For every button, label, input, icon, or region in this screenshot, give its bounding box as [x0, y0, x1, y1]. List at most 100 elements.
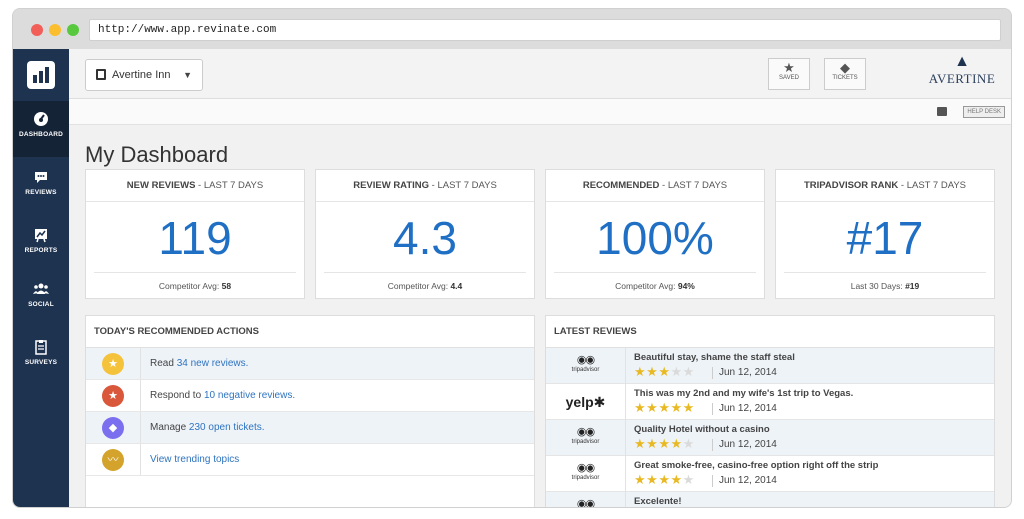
- sidebar-item-reports[interactable]: REPORTS: [13, 217, 69, 273]
- star-icon: ★: [102, 353, 124, 375]
- help-desk-button[interactable]: HELP DESK: [963, 106, 1005, 118]
- yelp-burst-icon: ✱: [593, 394, 606, 410]
- sidebar: DASHBOARD REVIEWS REPORTS SOCIAL SURVEYS: [13, 49, 69, 507]
- review-list: ◉◉ tripadvisor Beautiful stay, shame the s…: [546, 348, 994, 507]
- minimize-window-button[interactable]: [49, 24, 61, 36]
- review-title[interactable]: Great smoke-free, casino-free option rig…: [634, 460, 878, 471]
- owl-eyes-icon: ◉◉: [576, 354, 595, 366]
- star-icon: ★: [658, 472, 671, 487]
- star-icon: ★: [783, 60, 795, 75]
- card-footer: Competitor Avg: 94%: [554, 272, 756, 298]
- browser-window: http://www.app.revinate.com DASHBOARD RE…: [12, 8, 1012, 508]
- review-title[interactable]: Beautiful stay, shame the staff steal: [634, 352, 795, 363]
- review-date: Jun 12, 2014: [712, 439, 777, 451]
- card-title: NEW REVIEWS: [126, 180, 196, 191]
- panel-title: TODAY'S RECOMMENDED ACTIONS: [86, 316, 534, 348]
- yelp-logo: yelp✱: [546, 384, 626, 420]
- star-icon: ★: [682, 364, 695, 379]
- review-row[interactable]: ◉◉tripadvisor Excelente!: [546, 492, 994, 507]
- chevron-down-icon: ▼: [183, 70, 192, 80]
- footer-label: Competitor Avg:: [158, 281, 220, 291]
- action-text: Read 34 new reviews.: [150, 358, 249, 369]
- chat-bubble-icon: [35, 172, 47, 183]
- review-title[interactable]: This was my 2nd and my wife's 1st trip t…: [634, 388, 853, 399]
- review-row[interactable]: ◉◉ tripadvisor Beautiful stay, shame the s…: [546, 348, 994, 384]
- card-title: TRIPADVISOR RANK: [803, 180, 899, 191]
- card-period: - LAST 7 DAYS: [659, 180, 728, 191]
- card-title: REVIEW RATING: [353, 180, 430, 191]
- sidebar-item-social[interactable]: SOCIAL: [13, 271, 69, 327]
- card-period: - LAST 7 DAYS: [898, 180, 967, 191]
- kpi-card-new-reviews: NEW REVIEWS - LAST 7 DAYS 119 Competitor…: [85, 169, 305, 299]
- kpi-card-recommended: RECOMMENDED - LAST 7 DAYS 100% Competito…: [545, 169, 765, 299]
- close-window-button[interactable]: [31, 24, 43, 36]
- print-icon[interactable]: [937, 107, 947, 116]
- star-icon: ★: [634, 400, 647, 415]
- action-link[interactable]: 34 new reviews.: [177, 358, 249, 369]
- tripadvisor-logo: ◉◉tripadvisor: [546, 420, 626, 456]
- action-read-reviews[interactable]: ★ Read 34 new reviews.: [86, 348, 534, 380]
- star-icon: ★: [634, 364, 647, 379]
- star-rating: ★★★★★: [634, 473, 695, 487]
- review-date: Jun 12, 2014: [712, 403, 777, 415]
- review-date: Jun 12, 2014: [712, 475, 777, 487]
- action-text: View trending topics: [150, 444, 239, 476]
- star-icon: ★: [658, 400, 671, 415]
- star-icon: ★: [682, 400, 695, 415]
- footer-value: 58: [221, 281, 232, 291]
- people-icon: [33, 283, 49, 294]
- tickets-button[interactable]: ◆ TICKETS: [824, 58, 866, 90]
- star-icon: ★: [646, 436, 659, 451]
- trend-icon: 〰: [102, 449, 124, 471]
- browser-titlebar: http://www.app.revinate.com: [13, 9, 1011, 49]
- sidebar-item-dashboard[interactable]: DASHBOARD: [13, 101, 69, 157]
- saved-button[interactable]: ★ SAVED: [768, 58, 810, 90]
- star-icon: ★: [670, 364, 683, 379]
- card-header: TRIPADVISOR RANK - LAST 7 DAYS: [776, 170, 994, 202]
- tripadvisor-logo: ◉◉tripadvisor: [546, 456, 626, 492]
- card-value: 119: [158, 212, 232, 264]
- action-link[interactable]: View trending topics: [150, 454, 239, 465]
- star-icon: ★: [670, 400, 683, 415]
- card-footer: Last 30 Days: #19: [784, 272, 986, 298]
- building-icon: [96, 69, 106, 80]
- brand-logo: ▲ AVERTINE: [927, 53, 997, 87]
- card-period: - LAST 7 DAYS: [429, 180, 497, 191]
- footer-label: Competitor Avg:: [615, 281, 676, 291]
- tripadvisor-label: tripadvisor: [571, 367, 600, 373]
- review-title[interactable]: Excelente!: [634, 496, 682, 507]
- review-title[interactable]: Quality Hotel without a casino: [634, 424, 770, 435]
- review-row[interactable]: ◉◉ tripadvisor Great smoke-free, casino-fr…: [546, 456, 994, 492]
- footer-value: #19: [905, 281, 920, 291]
- star-icon: ★: [670, 472, 683, 487]
- sidebar-item-reviews[interactable]: REVIEWS: [13, 159, 69, 215]
- review-row[interactable]: ◉◉ tripadvisor Quality Hotel without a cas…: [546, 420, 994, 456]
- sidebar-item-surveys[interactable]: SURVEYS: [13, 329, 69, 385]
- hotel-selector[interactable]: Avertine Inn ▼: [85, 59, 203, 91]
- sidebar-item-label: SURVEYS: [24, 359, 58, 366]
- star-icon: ★: [682, 472, 695, 487]
- tickets-label: TICKETS: [832, 75, 858, 81]
- action-link[interactable]: 10 negative reviews.: [204, 390, 295, 401]
- action-manage-tickets[interactable]: ◆ Manage 230 open tickets.: [86, 412, 534, 444]
- card-header: REVIEW RATING - LAST 7 DAYS: [316, 170, 534, 202]
- page-title: My Dashboard: [85, 142, 229, 167]
- card-title: RECOMMENDED: [582, 180, 660, 191]
- app-logo[interactable]: [27, 61, 55, 89]
- tag-icon: ◆: [102, 417, 124, 439]
- action-trending-topics[interactable]: 〰 View trending topics: [86, 444, 534, 476]
- sidebar-item-label: REPORTS: [24, 247, 58, 254]
- owl-eyes-icon: ◉◉: [576, 426, 595, 438]
- maximize-window-button[interactable]: [67, 24, 79, 36]
- bar-chart-icon: [33, 67, 49, 83]
- clipboard-icon: [35, 340, 47, 355]
- star-rating: ★★★★★: [634, 437, 695, 451]
- top-bar: Avertine Inn ▼ ★ SAVED ◆ TICKETS ▲ AVERT…: [69, 49, 1011, 99]
- action-respond-negative[interactable]: ★ Respond to 10 negative reviews.: [86, 380, 534, 412]
- tripadvisor-logo: ◉◉tripadvisor: [546, 492, 626, 507]
- review-row[interactable]: yelp✱ This was my 2nd and my wife's 1st t…: [546, 384, 994, 420]
- star-icon: ★: [670, 436, 683, 451]
- action-link[interactable]: 230 open tickets.: [189, 422, 265, 433]
- address-bar[interactable]: http://www.app.revinate.com: [89, 19, 1001, 41]
- card-value: #17: [846, 212, 924, 264]
